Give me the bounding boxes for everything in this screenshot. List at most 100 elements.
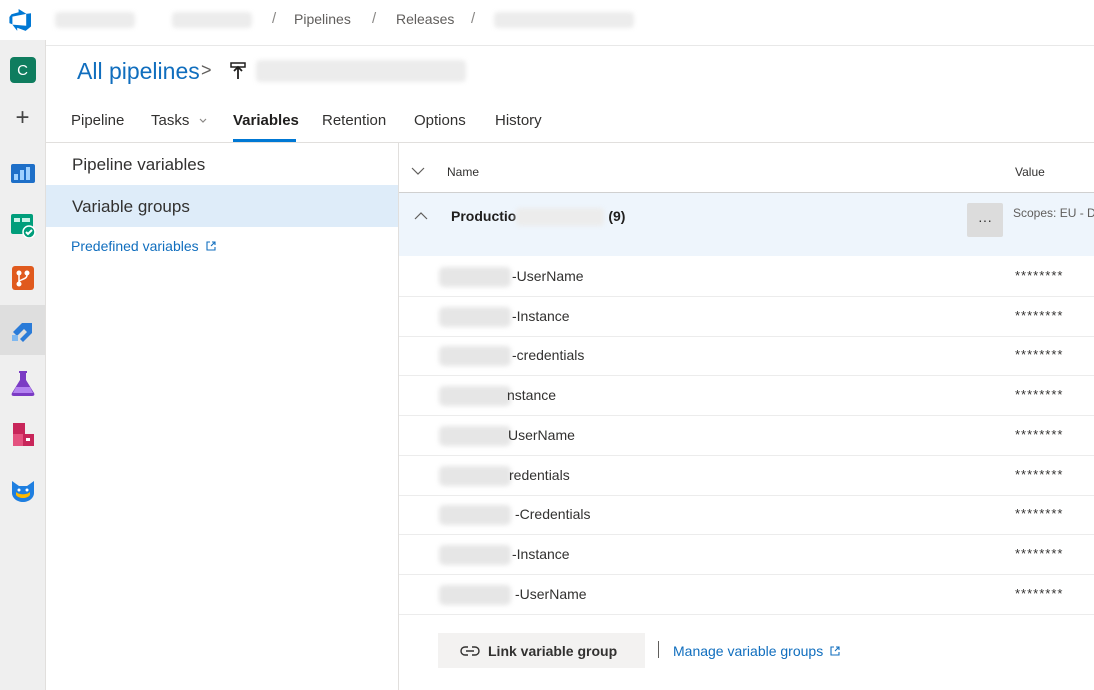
nav-pipeline-variables-label: Pipeline variables: [72, 155, 206, 174]
rail-extension[interactable]: [0, 465, 45, 515]
predefined-variables-label: Predefined variables: [71, 238, 199, 254]
tab-tasks-label: Tasks: [151, 112, 190, 129]
azure-devops-logo-icon[interactable]: [9, 8, 33, 32]
variable-row[interactable]: -credentials ********: [399, 336, 1094, 377]
variable-group-scopes: Scopes: EU - D: [1013, 206, 1094, 220]
variable-name-redacted: [439, 425, 511, 446]
variable-value: ********: [1015, 426, 1064, 442]
rail-pipelines[interactable]: [0, 305, 45, 355]
project-avatar: C: [9, 57, 36, 83]
link-icon: [460, 645, 480, 656]
variable-group-name-text: Productio: [451, 208, 517, 224]
variable-row[interactable]: redentials ********: [399, 456, 1094, 496]
variable-name-redacted: [439, 544, 511, 565]
overview-icon: [10, 164, 35, 183]
external-link-icon: [205, 241, 216, 251]
variable-name-redacted: [439, 346, 511, 367]
boards-icon: [10, 214, 36, 238]
tab-pipeline[interactable]: Pipeline: [71, 112, 124, 129]
collapse-all-icon[interactable]: [411, 166, 425, 176]
project-button[interactable]: C: [0, 45, 45, 95]
variable-group-name: Productio (9): [451, 208, 626, 227]
chevron-down-icon: [199, 118, 206, 123]
variable-value: ********: [1015, 387, 1064, 403]
tab-variables[interactable]: Variables: [233, 112, 299, 129]
rail-repos[interactable]: [0, 253, 45, 303]
manage-variable-groups-link[interactable]: Manage variable groups: [673, 643, 840, 659]
test-plans-icon: [11, 371, 34, 396]
plus-icon: +: [15, 104, 30, 131]
tab-history[interactable]: History: [495, 112, 542, 129]
chevron-right-icon: >: [201, 60, 212, 80]
variable-group-count: (9): [608, 208, 626, 224]
variable-name: UserName: [508, 426, 575, 443]
left-rail: C +: [0, 40, 46, 690]
variable-name-redacted: [439, 584, 511, 605]
all-pipelines-link[interactable]: All pipelines: [77, 58, 200, 85]
rail-artifacts[interactable]: [0, 410, 45, 460]
variable-name-redacted: [439, 267, 511, 287]
variable-row[interactable]: UserName ********: [399, 416, 1094, 456]
nav-pipeline-variables[interactable]: Pipeline variables: [46, 143, 398, 185]
variable-name: -UserName: [515, 585, 587, 602]
variable-value: ********: [1015, 545, 1064, 561]
variable-row[interactable]: -Instance ********: [399, 535, 1094, 575]
column-header-name: Name: [447, 165, 480, 179]
tab-options[interactable]: Options: [414, 112, 466, 129]
variable-row[interactable]: -Instance ********: [399, 297, 1094, 337]
project-name-redacted[interactable]: [172, 12, 252, 28]
variable-value: ********: [1015, 585, 1064, 601]
variable-name-redacted: [439, 386, 511, 407]
variable-value: ********: [1015, 307, 1064, 323]
variable-value: ********: [1015, 466, 1064, 482]
breadcrumb-separator: /: [272, 10, 277, 27]
release-name-redacted[interactable]: [494, 12, 634, 28]
variable-name: -Instance: [512, 307, 570, 324]
variable-name: -UserName: [512, 268, 584, 284]
header-divider: [46, 45, 1094, 46]
chevron-up-icon[interactable]: [414, 211, 428, 221]
variable-row[interactable]: nstance ********: [399, 376, 1094, 417]
variable-name: nstance: [507, 387, 557, 404]
tab-tasks[interactable]: Tasks: [151, 112, 208, 129]
variable-row[interactable]: -UserName ********: [399, 257, 1094, 297]
nav-variable-groups-label: Variable groups: [72, 197, 190, 216]
external-link-icon: [830, 646, 840, 656]
rail-overview[interactable]: [0, 148, 45, 198]
pipelines-icon: [11, 323, 32, 342]
artifacts-icon: [12, 423, 34, 446]
breadcrumb-separator: /: [372, 10, 377, 27]
org-name-redacted[interactable]: [55, 12, 135, 28]
tab-retention[interactable]: Retention: [322, 112, 386, 129]
rail-test-plans[interactable]: [0, 358, 45, 408]
variable-name-redacted: [439, 505, 511, 526]
group-name-redacted: [516, 208, 605, 227]
variables-side-nav: Pipeline variables Variable groups Prede…: [46, 143, 399, 690]
variable-value: ********: [1015, 347, 1064, 363]
nav-variable-groups[interactable]: Variable groups: [46, 185, 398, 227]
link-variable-group-label: Link variable group: [488, 642, 618, 659]
variable-name: -credentials: [512, 347, 585, 364]
more-actions-button[interactable]: ···: [967, 203, 1003, 237]
add-button[interactable]: +: [0, 93, 45, 143]
repos-icon: [11, 266, 34, 290]
manage-variable-groups-label: Manage variable groups: [673, 643, 824, 659]
variable-row[interactable]: -UserName ********: [399, 575, 1094, 615]
variable-name-redacted: [439, 306, 511, 327]
breadcrumb-releases[interactable]: Releases: [396, 11, 454, 27]
breadcrumb-separator: /: [471, 10, 476, 27]
rail-boards[interactable]: [0, 200, 45, 250]
variable-group-row[interactable]: Productio (9) ··· Scopes: EU - D: [399, 193, 1094, 256]
variable-name-redacted: [439, 465, 511, 486]
variable-name: -Instance: [512, 545, 570, 562]
predefined-variables-link[interactable]: Predefined variables: [71, 238, 216, 254]
pipeline-name-redacted[interactable]: [256, 60, 466, 82]
more-icon: ···: [978, 212, 992, 228]
variable-row[interactable]: -Credentials ********: [399, 495, 1094, 536]
link-variable-group-button[interactable]: Link variable group: [438, 633, 645, 668]
variable-value: ********: [1015, 268, 1064, 283]
actions-divider: [658, 641, 659, 658]
top-bar: / Pipelines / Releases /: [0, 0, 1094, 40]
variable-name: redentials: [509, 466, 570, 483]
breadcrumb-pipelines[interactable]: Pipelines: [294, 11, 351, 27]
